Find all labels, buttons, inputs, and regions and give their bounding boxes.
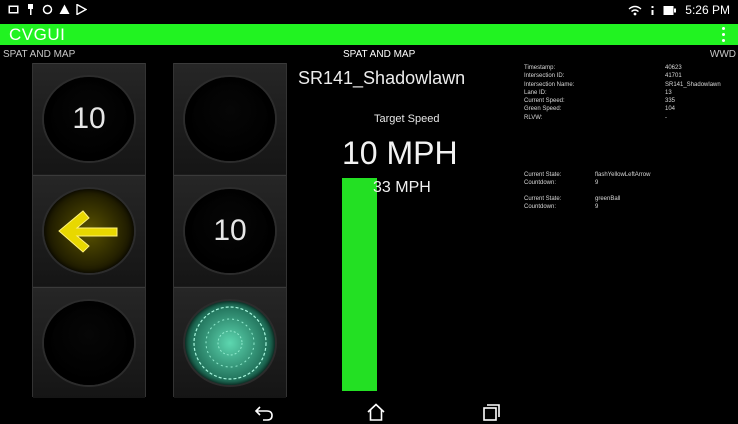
info-label: Current Speed: bbox=[524, 98, 565, 105]
info-label: Intersection Name: bbox=[524, 81, 575, 88]
tab-spat-and-map[interactable]: SPAT AND MAP bbox=[343, 49, 415, 60]
state-2-values: greenBall 9 bbox=[595, 195, 620, 212]
countdown-label: Countdown: bbox=[524, 204, 557, 211]
state-value: greenBall bbox=[595, 196, 621, 202]
tab-wwd[interactable]: WWD bbox=[710, 49, 736, 60]
home-icon[interactable] bbox=[366, 403, 386, 421]
app-bar: CVGUI bbox=[0, 24, 738, 45]
play-store-icon bbox=[76, 4, 87, 15]
signal-head-through: 10 bbox=[173, 63, 287, 398]
state-label: Current State: bbox=[524, 196, 562, 202]
status-right: 5:26 PM bbox=[628, 3, 730, 17]
signal-cell-middle: 10 bbox=[174, 175, 286, 286]
app-title: CVGUI bbox=[9, 25, 66, 44]
status-bar: 5:26 PM bbox=[0, 0, 738, 24]
warning-icon bbox=[59, 4, 70, 14]
state-value: flashYellowLeftArrow bbox=[595, 172, 651, 178]
state-label: Current State: bbox=[524, 172, 562, 178]
signal-countdown: 10 bbox=[213, 214, 247, 247]
navigation-bar bbox=[0, 400, 738, 424]
info-label: Lane ID: bbox=[524, 89, 547, 96]
info-label: Intersection ID: bbox=[524, 73, 565, 80]
clock: 5:26 PM bbox=[685, 3, 730, 17]
countdown-value: 9 bbox=[595, 204, 599, 211]
tab-row: SPAT AND MAP SPAT AND MAP WWD bbox=[0, 45, 738, 63]
info-value: 40623 bbox=[665, 65, 682, 71]
signal-cell-bottom bbox=[33, 287, 145, 398]
signal-cell-middle bbox=[33, 175, 145, 286]
current-speed-value: 33 MPH bbox=[373, 179, 431, 196]
countdown-label: Countdown: bbox=[524, 180, 557, 187]
countdown-value: 9 bbox=[595, 180, 599, 187]
info-label: Green Speed: bbox=[524, 106, 562, 113]
info-value: 13 bbox=[665, 89, 672, 96]
image-icon bbox=[8, 5, 19, 14]
intersection-name: SR141_Shadowlawn bbox=[298, 68, 466, 88]
signal-countdown: 10 bbox=[72, 102, 106, 135]
state-2-labels: Current State: Countdown: bbox=[524, 195, 561, 212]
sync-icon bbox=[42, 4, 53, 15]
left-arrow-icon bbox=[58, 210, 118, 253]
state-1-labels: Current State: Countdown: bbox=[524, 171, 561, 188]
info-values: 40623 41701 SR141_Shadowlawn 13 335 104 … bbox=[665, 64, 721, 122]
state-1-values: flashYellowLeftArrow 9 bbox=[595, 171, 650, 188]
info-label: RLVW: bbox=[524, 114, 543, 121]
info-label: Timestamp: bbox=[524, 65, 556, 71]
wifi-icon bbox=[628, 5, 642, 15]
info-value: - bbox=[665, 114, 667, 121]
info-labels: Timestamp: Intersection ID: Intersection… bbox=[524, 64, 574, 122]
info-value: 41701 bbox=[665, 73, 682, 80]
signal-cell-bottom bbox=[174, 287, 286, 398]
target-speed-value: 10 MPH bbox=[342, 135, 458, 171]
signal-head-left-turn: 10 bbox=[32, 63, 146, 398]
battery-icon bbox=[663, 5, 677, 15]
signal-cell-top: 10 bbox=[33, 63, 145, 174]
recent-apps-icon[interactable] bbox=[482, 403, 502, 421]
info-value: 104 bbox=[665, 106, 676, 113]
notification-icons bbox=[8, 4, 87, 15]
signal-lens-off bbox=[185, 77, 275, 161]
overflow-menu-icon[interactable] bbox=[722, 27, 726, 42]
green-ball-icon bbox=[193, 306, 267, 380]
tab-spat-and-map-left[interactable]: SPAT AND MAP bbox=[3, 49, 75, 60]
info-value: 335 bbox=[665, 98, 676, 105]
info-value: SR141_Shadowlawn bbox=[665, 81, 721, 88]
signal-cell-top bbox=[174, 63, 286, 174]
target-speed-label: Target Speed bbox=[374, 113, 440, 125]
usb-icon bbox=[28, 4, 33, 15]
current-speed-bar bbox=[342, 178, 377, 391]
signal-icon bbox=[651, 5, 654, 15]
back-icon[interactable] bbox=[254, 403, 274, 421]
signal-lens-off bbox=[44, 301, 134, 385]
